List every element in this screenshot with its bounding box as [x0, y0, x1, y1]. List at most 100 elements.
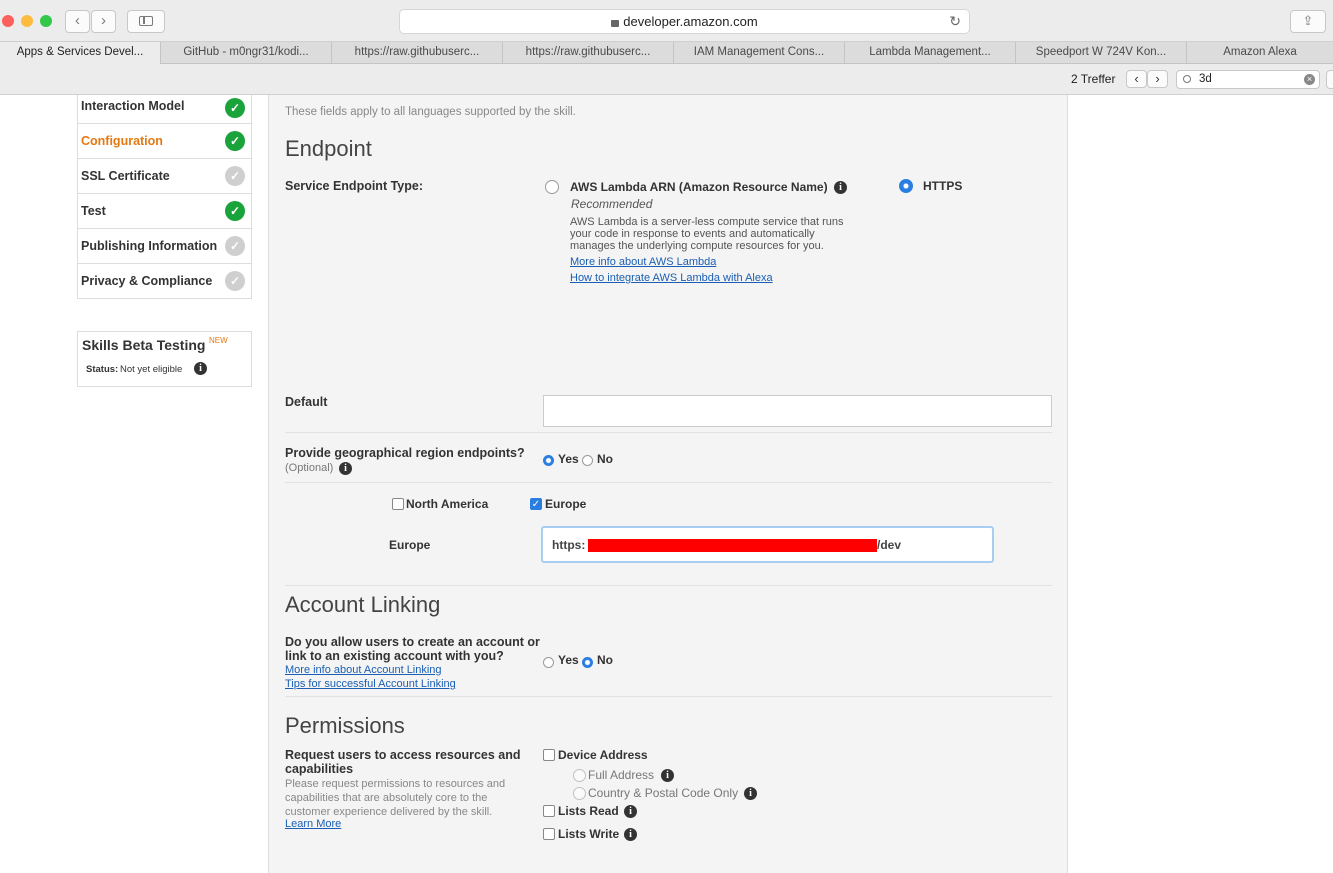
sidebar-toggle-button[interactable] [127, 10, 165, 33]
chevron-right-icon: › [1155, 71, 1160, 86]
intro-text: These fields apply to all languages supp… [285, 106, 576, 118]
lambda-description-line: manages the underlying compute resources… [570, 240, 824, 252]
lambda-description-line: your code in response to events and auto… [570, 228, 815, 240]
minimize-window-button[interactable] [21, 15, 33, 27]
question-line: link to an existing account with you? [285, 649, 504, 663]
device-address-label: Device Address [558, 748, 648, 762]
sidebar-item-ssl-certificate[interactable]: SSL Certificate ✓ [77, 159, 252, 194]
tab-amazon-alexa[interactable]: Amazon Alexa [1186, 42, 1333, 64]
country-postal-radio[interactable] [573, 787, 586, 800]
beta-status-label: Status: [86, 364, 119, 375]
default-endpoint-input[interactable] [543, 395, 1052, 427]
skills-beta-testing-box: Skills Beta Testing NEW Status: Not yet … [77, 331, 252, 387]
search-icon [1183, 75, 1191, 83]
lambda-description-line: AWS Lambda is a server-less compute serv… [570, 216, 844, 228]
close-window-button[interactable] [2, 15, 14, 27]
info-icon[interactable]: i [834, 181, 847, 194]
default-label: Default [285, 395, 328, 409]
full-address-radio[interactable] [573, 769, 586, 782]
check-icon: ✓ [225, 166, 245, 186]
reload-icon[interactable]: ↻ [949, 10, 961, 33]
tab-raw-github-2[interactable]: https://raw.githubuserc... [502, 42, 673, 64]
account-linking-yes-radio[interactable] [543, 657, 554, 668]
tab-github[interactable]: GitHub - m0ngr31/kodi... [160, 42, 331, 64]
europe-url-prefix: https: [552, 538, 586, 552]
sidebar-item-test[interactable]: Test ✓ [77, 194, 252, 229]
sidebar-item-label: Privacy & Compliance [81, 274, 213, 288]
tab-lambda[interactable]: Lambda Management... [844, 42, 1015, 64]
description-line: capabilities that are absolutely core to… [285, 792, 488, 804]
https-option-label: HTTPS [923, 179, 963, 193]
find-done-button[interactable] [1326, 70, 1333, 89]
tab-iam[interactable]: IAM Management Cons... [673, 42, 844, 64]
clear-search-icon[interactable]: × [1304, 74, 1315, 85]
tab-apps-services[interactable]: Apps & Services Devel... [0, 42, 160, 64]
back-button[interactable]: ‹ [65, 10, 90, 33]
check-icon: ✓ [225, 98, 245, 118]
find-input[interactable]: 3d × [1176, 70, 1320, 89]
https-radio[interactable] [899, 179, 913, 193]
address-bar[interactable]: developer.amazon.com ↻ [399, 9, 970, 34]
description-line: customer experience delivered by the ski… [285, 806, 493, 818]
sidebar-item-interaction-model[interactable]: Interaction Model ✓ [77, 95, 252, 124]
sidebar-item-publishing-information[interactable]: Publishing Information ✓ [77, 229, 252, 264]
lists-read-checkbox[interactable] [543, 805, 555, 817]
find-previous-button[interactable]: ‹ [1126, 70, 1147, 88]
account-linking-no-label: No [597, 653, 613, 667]
aws-lambda-radio[interactable] [545, 180, 559, 194]
geo-no-radio[interactable] [582, 455, 593, 466]
tab-raw-github-1[interactable]: https://raw.githubuserc... [331, 42, 502, 64]
info-icon[interactable]: i [194, 362, 207, 375]
forward-button[interactable]: › [91, 10, 116, 33]
lock-icon [611, 20, 620, 27]
divider [285, 585, 1052, 586]
europe-endpoint-input[interactable]: https: /dev [541, 526, 994, 563]
request-label-line: capabilities [285, 762, 354, 776]
configuration-panel: These fields apply to all languages supp… [268, 95, 1068, 873]
more-info-account-linking-link[interactable]: More info about Account Linking [285, 664, 442, 676]
learn-more-link[interactable]: Learn More [285, 818, 341, 830]
lists-write-checkbox[interactable] [543, 828, 555, 840]
geo-region-label: Provide geographical region endpoints? [285, 446, 525, 460]
tips-account-linking-link[interactable]: Tips for successful Account Linking [285, 678, 456, 690]
aws-lambda-option-label: AWS Lambda ARN (Amazon Resource Name) [570, 180, 828, 194]
find-bar: 2 Treffer ‹ › 3d × [0, 64, 1333, 95]
info-icon[interactable]: i [744, 787, 757, 800]
find-query: 3d [1199, 73, 1212, 85]
more-info-lambda-link[interactable]: More info about AWS Lambda [570, 256, 716, 268]
lambda-description: AWS Lambda is a server-less compute serv… [570, 216, 843, 252]
europe-endpoint-label: Europe [389, 538, 431, 552]
find-next-button[interactable]: › [1147, 70, 1168, 88]
europe-checkbox[interactable]: ✓ [530, 498, 542, 510]
europe-checkbox-label: Europe [545, 497, 587, 511]
divider [285, 696, 1052, 697]
sidebar-item-privacy-compliance[interactable]: Privacy & Compliance ✓ [77, 264, 252, 299]
check-icon: ✓ [225, 271, 245, 291]
share-icon: ⇪ [1302, 13, 1314, 28]
info-icon[interactable]: i [339, 462, 352, 475]
geo-yes-radio[interactable] [543, 455, 554, 466]
sidebar-item-label: Test [81, 204, 106, 218]
url-text: developer.amazon.com [623, 14, 758, 29]
share-button[interactable]: ⇪ [1290, 10, 1326, 33]
info-icon[interactable]: i [624, 828, 637, 841]
info-icon[interactable]: i [661, 769, 674, 782]
question-line: Do you allow users to create an account … [285, 635, 540, 649]
integrate-lambda-link[interactable]: How to integrate AWS Lambda with Alexa [570, 272, 773, 284]
account-linking-question: Do you allow users to create an account … [285, 635, 540, 663]
sidebar-item-configuration[interactable]: Configuration ✓ [77, 124, 252, 159]
north-america-checkbox[interactable] [392, 498, 404, 510]
account-linking-no-radio[interactable] [582, 657, 593, 668]
divider [285, 432, 1052, 433]
divider [285, 482, 1052, 483]
info-icon[interactable]: i [624, 805, 637, 818]
permissions-description: Please request permissions to resources … [285, 777, 505, 819]
zoom-window-button[interactable] [40, 15, 52, 27]
check-icon: ✓ [225, 236, 245, 256]
device-address-checkbox[interactable] [543, 749, 555, 761]
sidebar-icon [139, 16, 153, 26]
tab-speedport[interactable]: Speedport W 724V Kon... [1015, 42, 1186, 64]
geo-yes-label: Yes [558, 452, 579, 466]
full-address-label: Full Address [588, 768, 655, 782]
optional-text: (Optional) [285, 462, 334, 474]
